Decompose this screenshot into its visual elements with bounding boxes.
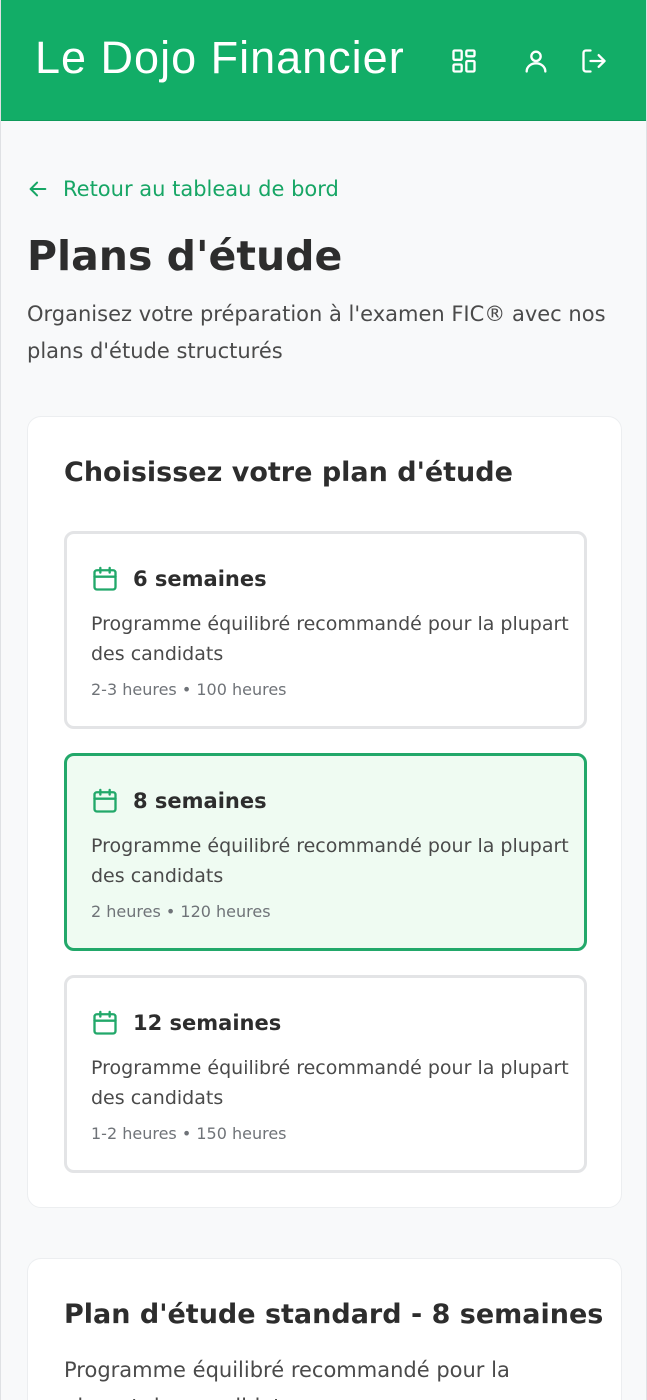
plan-option-8-weeks[interactable]: 8 semaines Programme équilibré recommand… bbox=[64, 753, 587, 951]
calendar-icon bbox=[93, 566, 117, 591]
top-navigation-bar: Le Dojo Financier bbox=[1, 0, 646, 121]
back-link-label: Retour au tableau de bord bbox=[63, 177, 339, 201]
calendar-icon bbox=[93, 1010, 117, 1035]
plan-option-6-weeks[interactable]: 6 semaines Programme équilibré recommand… bbox=[64, 531, 587, 729]
plan-meta: 1-2 heures • 150 heures bbox=[91, 1124, 287, 1143]
plan-meta: 2-3 heures • 100 heures bbox=[91, 680, 287, 699]
selected-plan-card: Plan d'étude standard - 8 semaines Progr… bbox=[27, 1258, 622, 1400]
selected-plan-description: Programme équilibré recommandé pour la p… bbox=[64, 1358, 510, 1400]
plan-picker-title: Choisissez votre plan d'étude bbox=[64, 457, 513, 488]
plan-description: Programme équilibré recommandé pour la p… bbox=[91, 1057, 569, 1109]
plan-meta: 2 heures • 120 heures bbox=[91, 902, 271, 921]
plan-name: 12 semaines bbox=[133, 1011, 282, 1035]
page-subtitle: Organisez votre préparation à l'examen F… bbox=[27, 302, 606, 363]
dashboard-icon[interactable] bbox=[448, 45, 480, 77]
plan-name: 8 semaines bbox=[133, 789, 267, 813]
plan-description: Programme équilibré recommandé pour la p… bbox=[91, 613, 569, 665]
plan-option-12-weeks[interactable]: 12 semaines Programme équilibré recomman… bbox=[64, 975, 587, 1173]
plan-description: Programme équilibré recommandé pour la p… bbox=[91, 835, 569, 887]
plan-name: 6 semaines bbox=[133, 567, 267, 591]
user-icon[interactable] bbox=[520, 45, 552, 77]
calendar-icon bbox=[93, 788, 117, 813]
page-title: Plans d'étude bbox=[27, 232, 343, 280]
selected-plan-title: Plan d'étude standard - 8 semaines bbox=[64, 1299, 604, 1330]
arrow-left-icon bbox=[29, 181, 47, 197]
plan-picker-card: Choisissez votre plan d'étude 6 semaines… bbox=[27, 416, 622, 1208]
logout-icon[interactable] bbox=[578, 45, 610, 77]
back-to-dashboard-link[interactable]: Retour au tableau de bord bbox=[27, 172, 339, 206]
brand-logo[interactable]: Le Dojo Financier bbox=[35, 30, 405, 86]
